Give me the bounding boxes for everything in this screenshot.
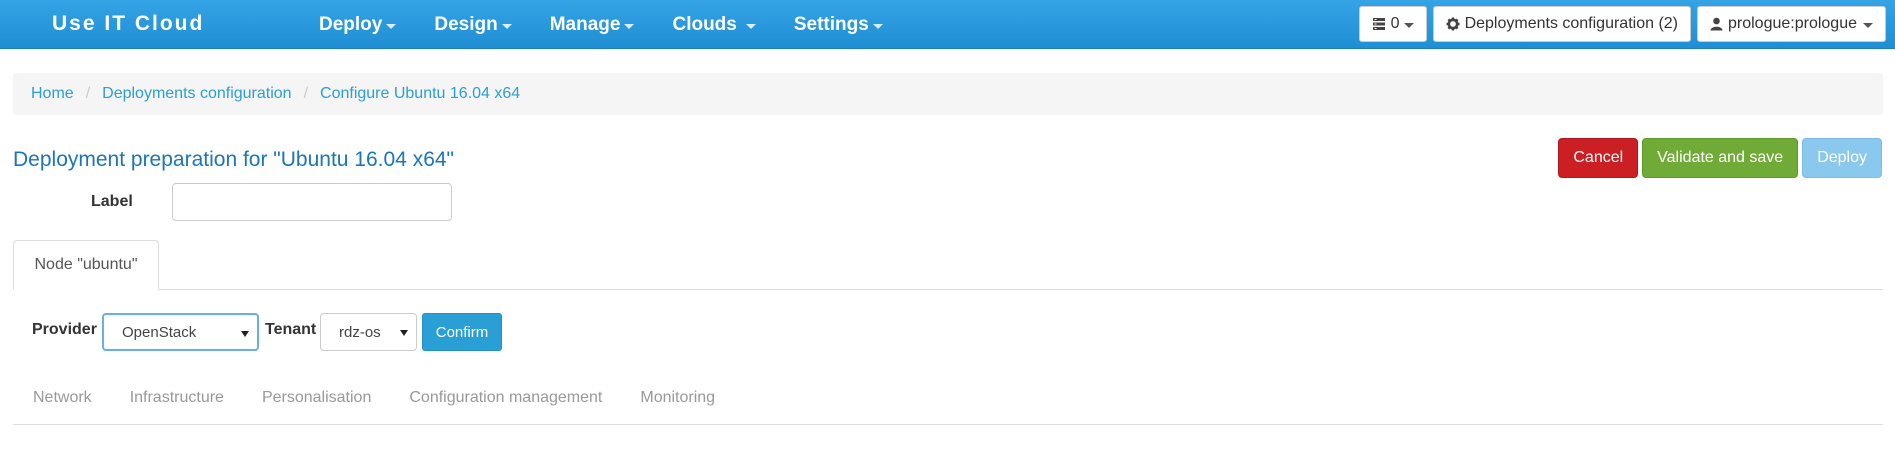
confirm-button[interactable]: Confirm: [422, 313, 502, 351]
provider-select-value: OpenStack: [122, 323, 197, 341]
breadcrumb-separator: /: [303, 85, 309, 102]
menu-settings-label: Settings: [793, 13, 869, 35]
provider-label: Provider: [32, 321, 97, 338]
page-title: Deployment preparation for "Ubuntu 16.04…: [13, 148, 455, 171]
breadcrumb-separator: /: [85, 85, 91, 102]
servers-dropdown[interactable]: 0: [1358, 6, 1427, 42]
tab-node-ubuntu[interactable]: Node "ubuntu": [13, 240, 159, 290]
chevron-down-icon: [745, 23, 756, 29]
main-menu: Deploy Design Manage Clouds Settings: [300, 0, 902, 49]
node-sub-tabs: Network Infrastructure Personalisation C…: [13, 389, 734, 407]
tab-monitoring[interactable]: Monitoring: [621, 389, 734, 407]
servers-count: 0: [1390, 15, 1400, 32]
breadcrumb: Home / Deployments configuration / Confi…: [13, 73, 1883, 115]
tenant-select[interactable]: rdz-os: [320, 313, 417, 351]
sub-tabs-divider: [13, 424, 1883, 425]
menu-manage[interactable]: Manage: [531, 0, 654, 49]
deployments-config-button[interactable]: Deployments configuration (2): [1432, 6, 1691, 42]
tab-personalisation[interactable]: Personalisation: [243, 389, 390, 407]
menu-clouds[interactable]: Clouds: [653, 0, 774, 49]
brand-logo[interactable]: Use IT Cloud: [52, 12, 204, 36]
menu-settings[interactable]: Settings: [775, 0, 902, 49]
dropdown-arrow-icon: [400, 330, 408, 336]
menu-deploy-label: Deploy: [319, 13, 383, 35]
tab-configuration-management[interactable]: Configuration management: [390, 389, 621, 407]
menu-deploy[interactable]: Deploy: [300, 0, 415, 49]
breadcrumb-current[interactable]: Configure Ubuntu 16.04 x64: [320, 85, 520, 103]
dropdown-arrow-icon: [241, 331, 249, 337]
label-field-label: Label: [91, 193, 133, 210]
navbar-right: 0 Deployments configuration (2) prologue…: [1358, 6, 1886, 42]
tab-network[interactable]: Network: [13, 389, 111, 407]
provider-select[interactable]: OpenStack: [102, 313, 259, 351]
server-icon: [1372, 17, 1386, 31]
tabs-divider: [13, 289, 1883, 290]
chevron-down-icon: [872, 23, 883, 29]
validate-save-button[interactable]: Validate and save: [1642, 138, 1799, 178]
menu-manage-label: Manage: [549, 13, 621, 35]
menu-design[interactable]: Design: [415, 0, 530, 49]
user-dropdown[interactable]: prologue:prologue: [1697, 6, 1886, 42]
chevron-down-icon: [1403, 23, 1414, 28]
menu-design-label: Design: [434, 13, 498, 35]
chevron-down-icon: [1863, 23, 1873, 28]
breadcrumb-deployments-configuration[interactable]: Deployments configuration: [102, 85, 291, 103]
tenant-select-value: rdz-os: [339, 323, 381, 341]
tab-infrastructure[interactable]: Infrastructure: [111, 389, 243, 407]
chevron-down-icon: [386, 23, 397, 29]
breadcrumb-home[interactable]: Home: [31, 85, 74, 103]
user-icon: [1710, 17, 1723, 31]
action-buttons: Cancel Validate and save Deploy: [1558, 138, 1882, 178]
menu-clouds-label: Clouds: [672, 13, 737, 35]
deploy-button[interactable]: Deploy: [1802, 138, 1882, 178]
deployments-config-label: Deployments configuration (2): [1464, 15, 1678, 32]
gear-icon: [1446, 17, 1460, 31]
cancel-button[interactable]: Cancel: [1558, 138, 1639, 178]
tenant-label: Tenant: [265, 321, 317, 338]
chevron-down-icon: [624, 23, 635, 29]
chevron-down-icon: [501, 23, 512, 29]
label-input[interactable]: [172, 183, 452, 221]
top-navbar: Use IT Cloud Deploy Design Manage Clouds…: [0, 0, 1895, 49]
user-name: prologue:prologue: [1728, 15, 1857, 32]
